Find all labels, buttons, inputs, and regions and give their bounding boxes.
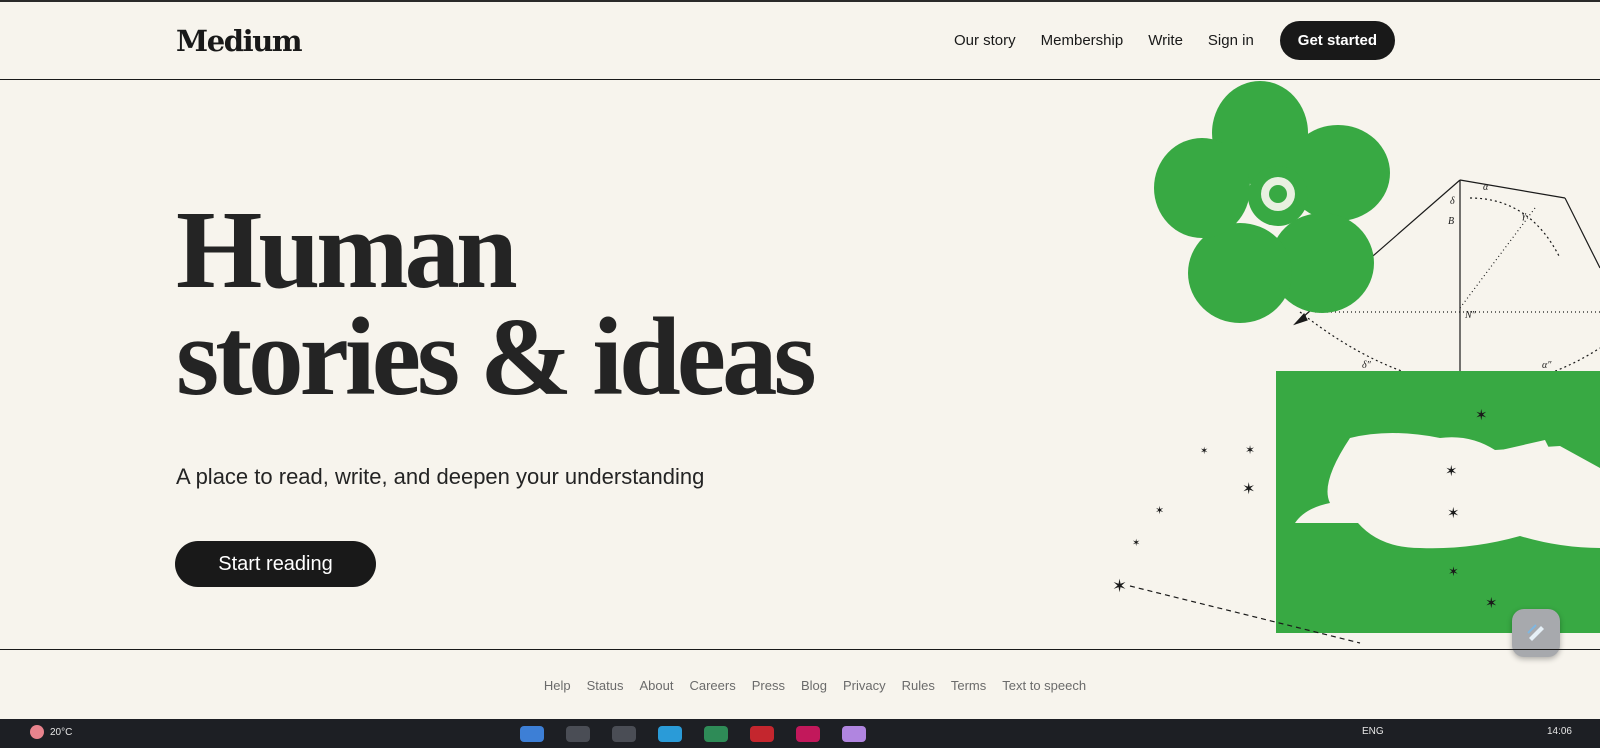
diagram-dotted-arc (1469, 197, 1561, 259)
footer-link-help[interactable]: Help (544, 678, 571, 693)
footer-link-rules[interactable]: Rules (902, 678, 935, 693)
green-flower (1154, 81, 1390, 323)
star-icon: ✶ (1485, 594, 1498, 612)
hero-title-line-1: Human (176, 189, 518, 312)
nav-write[interactable]: Write (1148, 32, 1183, 49)
star-icon: ✶ (1155, 504, 1164, 517)
arrow-head (1293, 312, 1308, 326)
diagram-label-alpha2: α″ (1542, 360, 1552, 371)
weather-temp: 20°C (50, 726, 73, 738)
nav-membership[interactable]: Membership (1041, 32, 1124, 49)
diagram-label-gamma: γ (1522, 210, 1527, 221)
diagram-label-n: N″ (1464, 310, 1477, 321)
star-icon: ✶ (1245, 443, 1255, 457)
taskbar-apps (520, 726, 888, 742)
start-reading-button[interactable]: Start reading (175, 541, 376, 587)
chrome-icon[interactable] (704, 726, 728, 742)
search-icon[interactable] (566, 726, 590, 742)
footer-link-blog[interactable]: Blog (801, 678, 827, 693)
nav-our-story[interactable]: Our story (954, 32, 1016, 49)
star-icon: ✶ (1242, 479, 1255, 498)
star-icon: ✶ (1475, 406, 1488, 424)
star-icon: ✶ (1445, 462, 1458, 480)
hero-illustration: B N″ E 3 δ″ α″ α γ δ ✶ ✶ ✶ ✶ ✶ ✶ ✶ ✶ ✶ ✶ (1112, 81, 1600, 644)
footer-link-status[interactable]: Status (587, 678, 624, 693)
star-icon: ✶ (1132, 538, 1140, 549)
star-icon: ✶ (1448, 565, 1459, 580)
medium-logo[interactable]: Medium (176, 24, 303, 58)
footer-links: Help Status About Careers Press Blog Pri… (0, 678, 1600, 693)
flower-center-dot (1269, 185, 1287, 203)
footer-link-text-to-speech[interactable]: Text to speech (1002, 678, 1086, 693)
app-icon[interactable] (842, 726, 866, 742)
app-icon[interactable] (796, 726, 820, 742)
start-icon[interactable] (520, 726, 544, 742)
hero-title: Human stories & ideas (176, 189, 817, 419)
star-icon: ✶ (1112, 576, 1127, 597)
weather-icon (30, 725, 44, 739)
get-started-button[interactable]: Get started (1279, 20, 1395, 60)
diagram-line (1564, 197, 1600, 269)
weather-widget[interactable]: 20°C (30, 725, 72, 739)
flower-petal (1154, 138, 1250, 238)
task-view-icon[interactable] (612, 726, 636, 742)
diagram-dotted-line (1459, 207, 1536, 309)
flower-petal (1188, 223, 1292, 323)
nav-sign-in[interactable]: Sign in (1208, 32, 1254, 49)
footer-link-about[interactable]: About (640, 678, 674, 693)
star-icon: ✶ (1200, 446, 1208, 457)
site-footer: Help Status About Careers Press Blog Pri… (0, 649, 1600, 719)
footer-link-careers[interactable]: Careers (689, 678, 735, 693)
clock[interactable]: 14:06 (1547, 726, 1572, 737)
footer-link-privacy[interactable]: Privacy (843, 678, 886, 693)
edge-icon[interactable] (658, 726, 682, 742)
edit-icon (1527, 624, 1544, 641)
diagram-line (1459, 179, 1566, 199)
diagram-label-delta: δ″ (1362, 360, 1372, 371)
site-header: Medium Our story Membership Write Sign i… (0, 2, 1600, 80)
footer-link-terms[interactable]: Terms (951, 678, 986, 693)
diagram-label-d: δ (1450, 196, 1455, 207)
hero-subtitle: A place to read, write, and deepen your … (176, 464, 705, 489)
star-icon: ✶ (1447, 504, 1460, 522)
main-nav: Our story Membership Write Sign in Get s… (929, 20, 1395, 60)
language-indicator[interactable]: ENG (1362, 726, 1384, 737)
app-icon[interactable] (750, 726, 774, 742)
hero-title-line-2: stories & ideas (176, 296, 817, 419)
diagram-label-alpha: α (1483, 182, 1489, 193)
os-taskbar: 20°C ENG 14:06 (0, 719, 1600, 748)
footer-link-press[interactable]: Press (752, 678, 785, 693)
diagram-label-b: B (1448, 216, 1454, 227)
